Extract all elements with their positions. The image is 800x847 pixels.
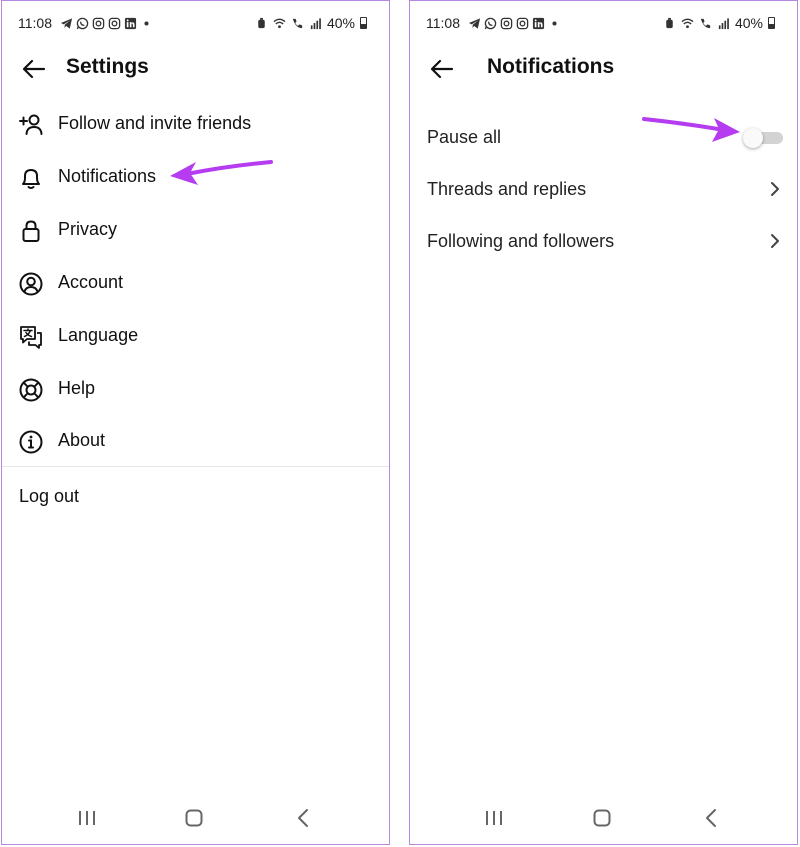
signal-icon (310, 17, 321, 29)
threads-replies-row[interactable]: Threads and replies (410, 169, 797, 209)
divider (2, 466, 389, 467)
telegram-icon (468, 18, 481, 29)
call-icon (292, 18, 303, 28)
telegram-icon (60, 18, 73, 29)
dot-icon (552, 21, 557, 26)
navigation-bar (410, 806, 797, 830)
menu-item-account[interactable]: Account (2, 263, 389, 303)
menu-label: About (58, 430, 106, 450)
instagram-icon (108, 17, 121, 30)
battery-icon (360, 17, 367, 29)
menu-label: Language (58, 325, 139, 345)
alarm-icon (258, 17, 265, 28)
call-icon (700, 18, 711, 28)
status-time: 11:08 (18, 15, 52, 31)
settings-header: Settings (2, 53, 389, 83)
instagram-icon (92, 17, 105, 30)
notifications-header: Notifications (410, 53, 797, 83)
pause-all-toggle[interactable] (743, 128, 785, 148)
recent-apps-icon[interactable] (479, 806, 509, 830)
menu-label: Privacy (58, 219, 118, 239)
notifications-screen: 11:08 40% Notifications Pause all Thread… (409, 0, 798, 845)
menu-item-language[interactable]: Language (2, 316, 389, 356)
following-followers-label: Following and followers (427, 231, 615, 251)
instagram-icon (500, 17, 513, 30)
page-title: Settings (66, 55, 149, 78)
lifebuoy-icon (19, 378, 43, 402)
menu-item-privacy[interactable]: Privacy (2, 210, 389, 250)
wifi-icon (681, 18, 694, 28)
annotation-arrow-icon (642, 117, 740, 142)
linkedin-icon (532, 17, 545, 30)
info-icon (19, 430, 43, 454)
logout-button[interactable]: Log out (2, 477, 389, 517)
chevron-right-icon (771, 234, 779, 248)
battery-icon (768, 17, 775, 29)
annotation-arrow-icon (170, 160, 273, 185)
pause-all-label: Pause all (427, 127, 502, 147)
battery-percent: 40% (734, 15, 763, 31)
add-person-icon (19, 114, 43, 135)
instagram-icon (516, 17, 529, 30)
bell-icon (22, 169, 40, 189)
whatsapp-icon (76, 17, 89, 30)
back-icon[interactable] (289, 806, 319, 830)
following-followers-row[interactable]: Following and followers (410, 221, 797, 261)
status-bar: 11:08 40% (2, 15, 389, 35)
home-icon[interactable] (179, 806, 209, 830)
account-circle-icon (19, 272, 43, 296)
back-arrow-button[interactable] (20, 57, 48, 81)
dot-icon (144, 21, 149, 26)
signal-icon (718, 17, 729, 29)
home-icon[interactable] (587, 806, 617, 830)
translate-icon (20, 326, 42, 349)
navigation-bar (2, 806, 389, 830)
linkedin-icon (124, 17, 137, 30)
lock-icon (22, 220, 40, 242)
threads-replies-label: Threads and replies (427, 179, 587, 199)
page-title: Notifications (487, 55, 615, 78)
menu-label: Follow and invite friends (58, 113, 252, 133)
menu-label: Help (58, 378, 96, 398)
alarm-icon (666, 17, 673, 28)
battery-percent: 40% (326, 15, 355, 31)
logout-label: Log out (19, 486, 80, 506)
wifi-icon (273, 18, 286, 28)
status-bar: 11:08 40% (410, 15, 797, 35)
back-arrow-button[interactable] (428, 57, 456, 81)
status-time: 11:08 (426, 15, 460, 31)
chevron-right-icon (771, 182, 779, 196)
toggle-knob (743, 128, 763, 148)
menu-label: Account (58, 272, 124, 292)
menu-item-help[interactable]: Help (2, 369, 389, 409)
recent-apps-icon[interactable] (72, 806, 102, 830)
settings-screen: 11:08 40% Settings Follow and invite fri… (1, 0, 390, 845)
menu-item-about[interactable]: About (2, 421, 389, 461)
back-icon[interactable] (697, 806, 727, 830)
whatsapp-icon (484, 17, 497, 30)
menu-item-follow-invite[interactable]: Follow and invite friends (2, 104, 389, 144)
menu-label: Notifications (58, 166, 157, 186)
